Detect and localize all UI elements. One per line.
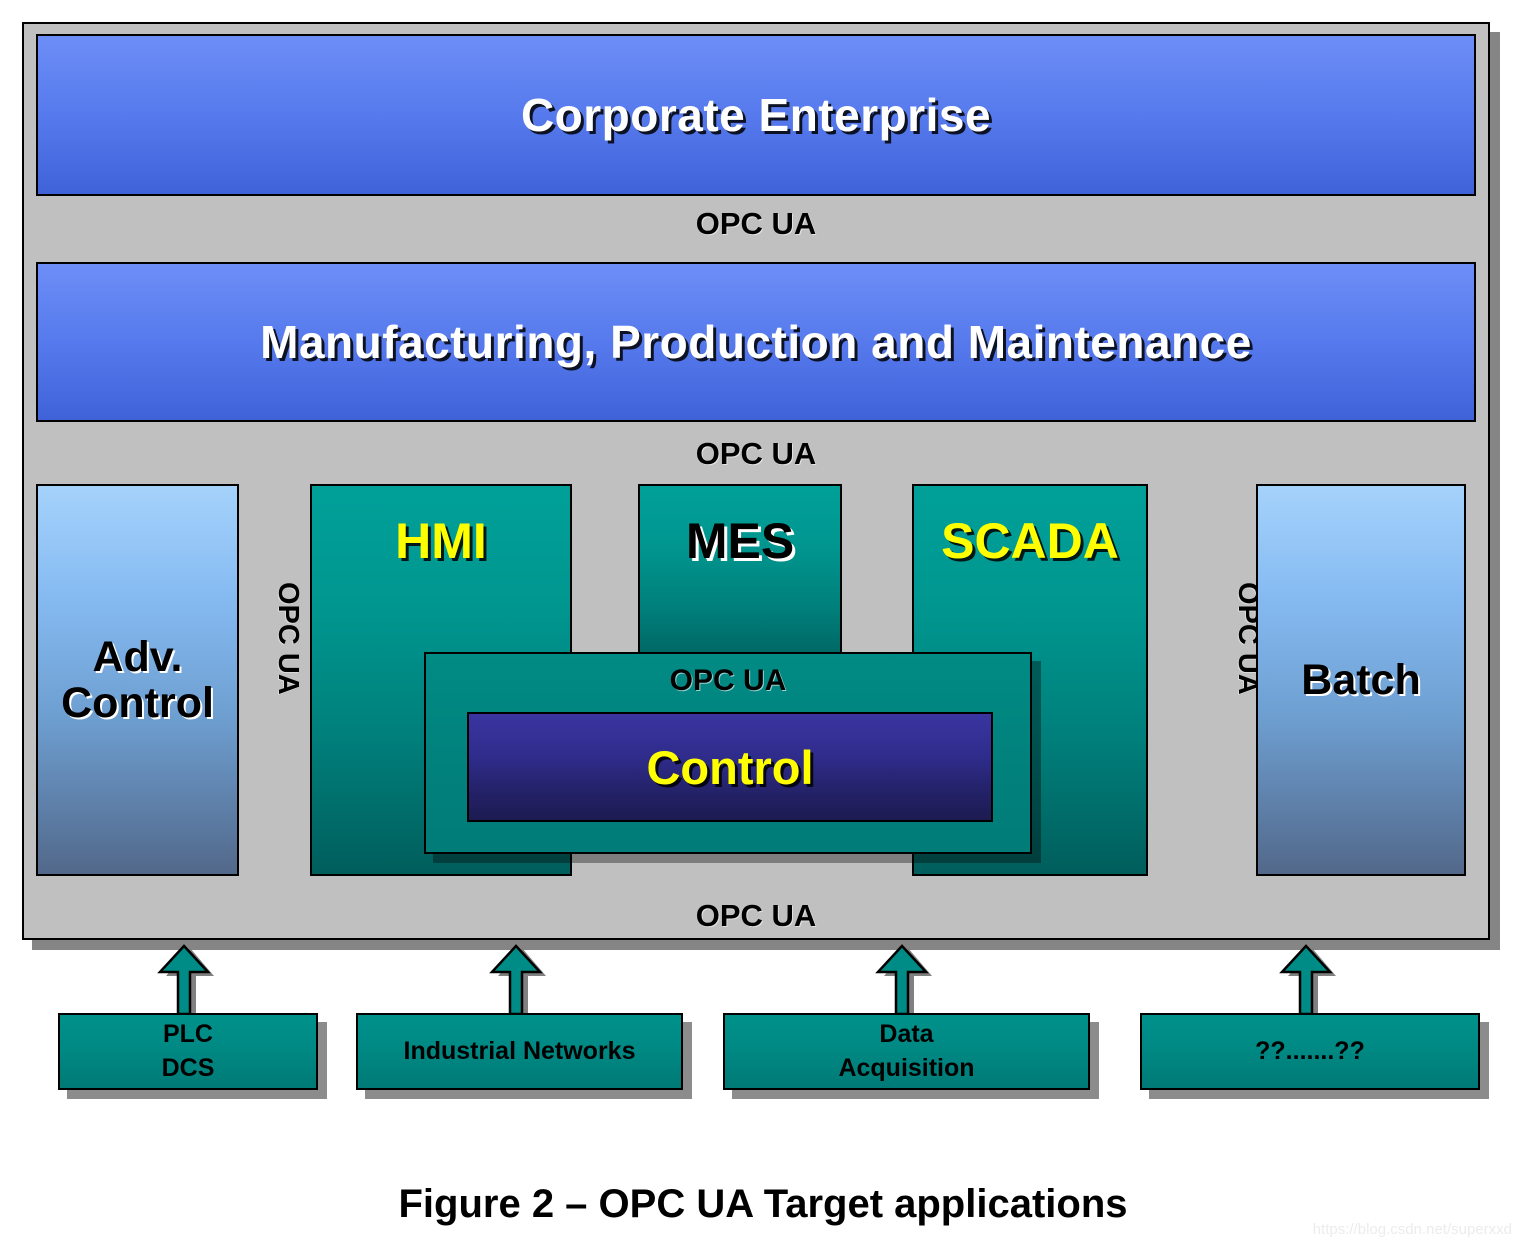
source-box-label: ??.......??: [1255, 1036, 1365, 1065]
control-panel: OPC UA Control: [424, 652, 1032, 854]
app-batch-label: Batch: [1301, 655, 1421, 704]
source-box: Industrial Networks: [356, 1013, 683, 1090]
app-batch: Batch: [1256, 484, 1466, 876]
figure-caption: Figure 2 – OPC UA Target applications: [398, 1182, 1128, 1226]
layer-corporate-enterprise-label: Corporate Enterprise: [520, 89, 992, 141]
app-scada-label: SCADA: [941, 513, 1119, 569]
app-adv-control-label: Adv. Control: [61, 632, 214, 727]
layer-corporate-enterprise: Corporate Enterprise: [36, 34, 1476, 196]
app-mes: MES: [638, 484, 842, 676]
app-control-label: Control: [646, 740, 814, 794]
arrow-up-icon: [1274, 944, 1350, 1016]
connector-opc-ua-control-panel: OPC UA: [669, 664, 787, 697]
source-box-label: Data Acquisition: [838, 1019, 975, 1082]
layer-manufacturing-production-maintenance: Manufacturing, Production and Maintenanc…: [36, 262, 1476, 422]
arrow-up-icon: [152, 944, 228, 1016]
connector-opc-ua-middle: OPC UA: [695, 436, 817, 471]
source-box: ??.......??: [1140, 1013, 1480, 1090]
source-box: Data Acquisition: [723, 1013, 1090, 1090]
arrow-up-icon: [484, 944, 560, 1016]
watermark: https://blog.csdn.net/superxxd: [1312, 1221, 1512, 1238]
app-control: Control: [467, 712, 993, 822]
app-mes-label: MES: [685, 513, 795, 569]
app-hmi-label: HMI: [395, 513, 487, 569]
connector-opc-ua-bottom: OPC UA: [695, 898, 817, 933]
app-adv-control: Adv. Control: [36, 484, 239, 876]
connector-opc-ua-left-vertical: OPC UA: [272, 582, 304, 695]
source-box-label: PLC DCS: [161, 1019, 215, 1082]
connector-opc-ua-top: OPC UA: [695, 206, 817, 241]
source-box-label: Industrial Networks: [403, 1036, 636, 1065]
opc-ua-architecture-frame: Corporate Enterprise OPC UA Manufacturin…: [22, 22, 1490, 940]
source-box: PLC DCS: [58, 1013, 318, 1090]
arrow-up-icon: [870, 944, 946, 1016]
diagram-canvas: Corporate Enterprise OPC UA Manufacturin…: [0, 0, 1526, 1247]
layer-manufacturing-label: Manufacturing, Production and Maintenanc…: [260, 316, 1252, 368]
